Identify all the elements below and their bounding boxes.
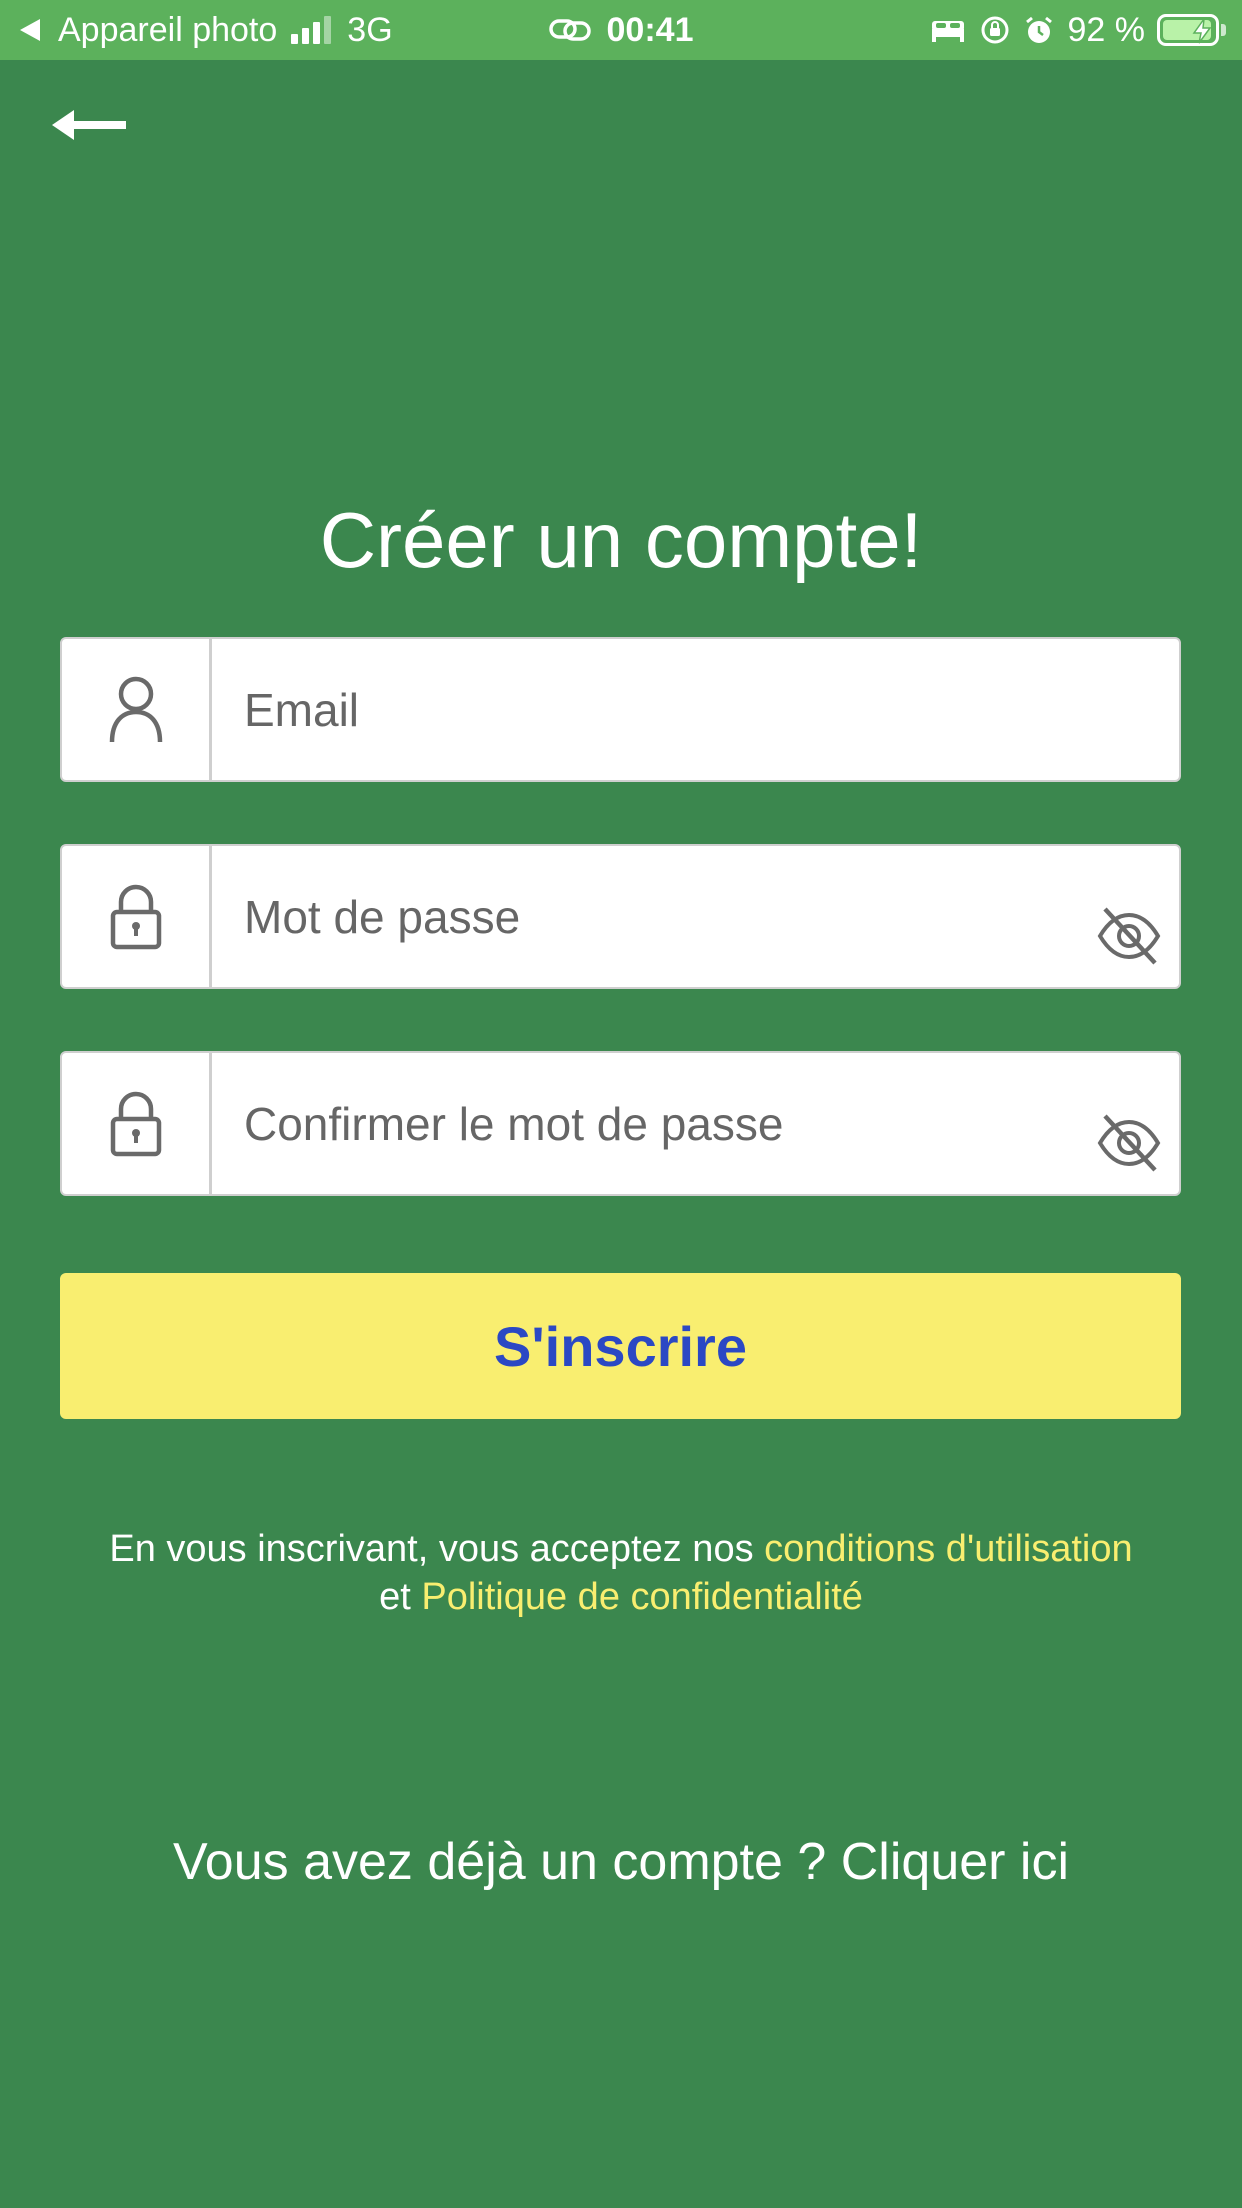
password-visibility-toggle[interactable] xyxy=(1079,846,1179,987)
arrow-left-icon xyxy=(52,110,126,140)
login-link[interactable]: Vous avez déjà un compte ? Cliquer ici xyxy=(0,1830,1242,1894)
battery-percent: 92 % xyxy=(1067,10,1146,49)
rotation-lock-icon xyxy=(981,16,1008,44)
terms-of-use-link[interactable]: conditions d'utilisation xyxy=(764,1528,1132,1570)
alarm-icon xyxy=(1025,16,1052,43)
eye-slash-icon xyxy=(1097,1114,1161,1172)
terms-text: En vous inscrivant, vous acceptez nos co… xyxy=(40,1525,1202,1621)
confirm-password-field[interactable] xyxy=(60,1051,1181,1196)
terms-conjunction: et xyxy=(379,1576,411,1618)
privacy-policy-link[interactable]: Politique de confidentialité xyxy=(421,1576,863,1618)
battery-cap xyxy=(1221,24,1226,36)
lock-icon xyxy=(110,1091,161,1156)
email-field[interactable] xyxy=(60,637,1181,782)
status-bar: Appareil photo 3G 00:41 92 % xyxy=(0,0,1242,60)
email-input[interactable] xyxy=(212,639,1179,780)
terms-prefix: En vous inscrivant, vous acceptez nos xyxy=(109,1528,754,1570)
status-bar-right: 92 % xyxy=(916,0,1226,60)
password-input[interactable] xyxy=(212,846,1079,987)
email-field-icon-cell xyxy=(62,639,212,780)
page-title: Créer un compte! xyxy=(319,496,923,584)
link-icon xyxy=(548,19,591,41)
password-field[interactable] xyxy=(60,844,1181,989)
battery-charging-icon xyxy=(1157,14,1219,46)
confirm-password-input[interactable] xyxy=(212,1053,1079,1194)
password-field-icon-cell xyxy=(62,846,212,987)
confirm-password-field-icon-cell xyxy=(62,1053,212,1194)
signup-button[interactable]: S'inscrire xyxy=(60,1273,1181,1419)
bed-icon xyxy=(931,21,964,42)
clock-time: 00:41 xyxy=(606,10,694,49)
lock-icon xyxy=(110,884,161,949)
eye-slash-icon xyxy=(1097,907,1161,965)
user-icon xyxy=(109,676,162,742)
confirm-password-visibility-toggle[interactable] xyxy=(1079,1053,1179,1194)
back-button[interactable] xyxy=(50,100,140,160)
